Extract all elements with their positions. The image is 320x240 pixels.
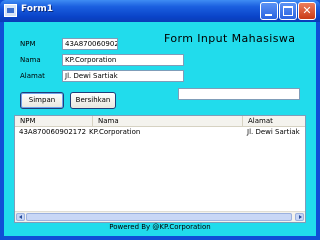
app-window: Form1 ✕ NPM 43A870060902172 Nama KP.Corp… bbox=[0, 0, 320, 240]
close-icon[interactable]: ✕ bbox=[298, 2, 316, 20]
alamat-label: Alamat bbox=[20, 72, 45, 80]
npm-label: NPM bbox=[20, 40, 36, 48]
cell-npm: 43A870060902172 bbox=[19, 128, 87, 136]
nama-label: Nama bbox=[20, 56, 41, 64]
alamat-field[interactable]: Jl. Dewi Sartiak bbox=[62, 70, 184, 82]
minimize-icon[interactable] bbox=[260, 2, 278, 20]
bersihkan-button[interactable]: Bersihkan bbox=[70, 92, 116, 109]
form-client-area: NPM 43A870060902172 Nama KP.Corporation … bbox=[4, 22, 316, 236]
cell-alamat: Jl. Dewi Sartiak bbox=[247, 128, 300, 136]
simpan-button[interactable]: Simpan bbox=[20, 92, 64, 109]
grid-header: NPM Nama Alamat bbox=[15, 116, 305, 127]
title-bar[interactable]: Form1 ✕ bbox=[0, 0, 320, 22]
nama-field[interactable]: KP.Corporation bbox=[62, 54, 184, 66]
scroll-right-icon[interactable] bbox=[295, 213, 304, 221]
column-header-nama[interactable]: Nama bbox=[93, 116, 243, 126]
column-header-npm[interactable]: NPM bbox=[15, 116, 93, 126]
form-heading: Form Input Mahasiswa bbox=[164, 32, 296, 45]
horizontal-scrollbar[interactable] bbox=[15, 211, 305, 222]
npm-field[interactable]: 43A870060902172 bbox=[62, 38, 118, 50]
scroll-left-icon[interactable] bbox=[16, 213, 25, 221]
window-title: Form1 bbox=[21, 4, 54, 14]
cell-nama: KP.Corporation bbox=[89, 128, 141, 136]
column-header-alamat[interactable]: Alamat bbox=[243, 116, 305, 126]
app-form-icon[interactable] bbox=[4, 4, 17, 17]
data-grid[interactable]: NPM Nama Alamat 43A870060902172 KP.Corpo… bbox=[14, 115, 306, 223]
maximize-icon[interactable] bbox=[279, 2, 297, 20]
footer-credit: Powered By @KP.Corporation bbox=[109, 223, 211, 231]
scroll-thumb[interactable] bbox=[26, 213, 292, 221]
extra-text-field[interactable] bbox=[178, 88, 300, 100]
